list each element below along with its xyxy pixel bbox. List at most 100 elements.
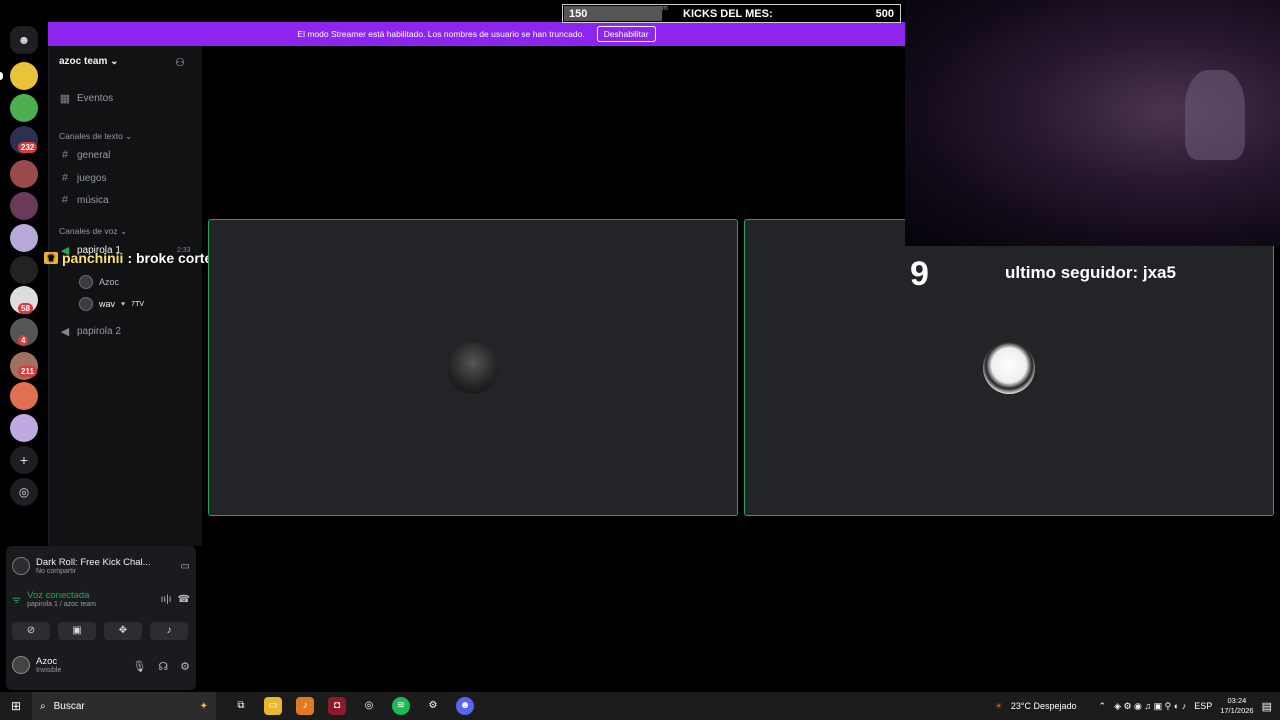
- clock-time: 03:24: [1227, 696, 1247, 705]
- voice-location: papirola 1 / azoc team: [27, 601, 97, 608]
- avatar: [79, 297, 93, 311]
- server-icon[interactable]: [10, 94, 38, 122]
- avatar: [12, 656, 30, 674]
- screen: ☻ 232 58 4 211 + ◎ El modo Streamer está…: [0, 0, 1280, 720]
- explore-icon[interactable]: ◎: [10, 478, 38, 506]
- search-label: Buscar: [53, 700, 85, 712]
- hash-icon: #: [61, 194, 69, 206]
- fl-studio-icon[interactable]: ♪: [296, 697, 314, 715]
- streamer-mode-message: El modo Streamer está habilitado. Los no…: [297, 29, 585, 39]
- search-icon: ⌕: [40, 700, 46, 712]
- task-view-icon[interactable]: ⧉: [232, 697, 250, 715]
- kicks-small-text: m: [662, 5, 668, 12]
- activities-button[interactable]: ✥: [104, 622, 142, 640]
- gear-icon[interactable]: ⚙: [180, 660, 190, 673]
- disconnect-icon[interactable]: ☎: [178, 594, 190, 605]
- voice-user[interactable]: wav ♥ 7TV: [79, 297, 144, 311]
- taskbar-search[interactable]: ⌕ Buscar ✦: [32, 692, 216, 720]
- clock-date: 17/1/2026: [1220, 706, 1254, 715]
- signal-icon: ᯤ: [12, 595, 22, 606]
- overlay-counter: 9: [910, 255, 929, 293]
- activity-title: Dark Roll: Free Kick Chal...: [36, 557, 151, 568]
- add-member-icon[interactable]: ⚇: [175, 56, 187, 69]
- spotify-icon[interactable]: ≋: [392, 697, 410, 715]
- server-icon[interactable]: [10, 192, 38, 220]
- last-follower: ultimo seguidor: jxa5: [1005, 263, 1176, 282]
- user-name: Azoc: [36, 656, 58, 667]
- soundboard-button[interactable]: ♪: [150, 622, 188, 640]
- voice-category-label: Canales de voz: [59, 226, 118, 236]
- user-tag: 7TV: [131, 300, 145, 308]
- user-status: Invisible: [36, 667, 62, 674]
- kicks-goal-widget: 150 m KICKS DEL MES: 500: [562, 4, 901, 23]
- kicks-current: 150: [569, 8, 588, 20]
- channel-label: música: [77, 194, 109, 206]
- weather-text[interactable]: 23°C Despejado: [1011, 701, 1077, 711]
- app-icon[interactable]: ◘: [328, 697, 346, 715]
- crown-icon: ♛: [44, 252, 58, 264]
- server-icon[interactable]: [10, 62, 38, 90]
- obs-icon[interactable]: ◎: [360, 697, 378, 715]
- channel-general[interactable]: # general: [59, 149, 110, 161]
- chevron-up-icon[interactable]: ⌃: [1099, 701, 1107, 712]
- activity-subtitle: No compartir: [36, 568, 77, 575]
- voice-category[interactable]: Canales de voz ⌄: [59, 226, 127, 237]
- chevron-down-icon: ⌄: [110, 56, 119, 67]
- tray-icons[interactable]: ◈ ⚙ ◉ ♫ ▣ ⚲ ◐ ♪: [1114, 701, 1186, 712]
- user-panel: Dark Roll: Free Kick Chal... No comparti…: [6, 546, 196, 690]
- hash-icon: #: [61, 172, 69, 184]
- language-indicator[interactable]: ESP: [1194, 701, 1212, 711]
- voice-connected-row: ᯤ Voz conectada papirola 1 / azoc team ı…: [12, 590, 190, 608]
- server-icon[interactable]: [10, 224, 38, 252]
- heart-icon: ♥: [121, 300, 126, 308]
- server-icon[interactable]: [10, 160, 38, 188]
- discord-taskbar-icon[interactable]: ☻: [456, 697, 474, 715]
- server-icon[interactable]: [10, 382, 38, 410]
- server-icon[interactable]: [10, 256, 38, 284]
- sparkle-icon: ✦: [199, 700, 208, 712]
- notification-icon[interactable]: ▤: [1262, 700, 1272, 713]
- server-icon[interactable]: [10, 414, 38, 442]
- noise-suppression-icon[interactable]: ıı|ı: [161, 594, 172, 605]
- add-server-icon[interactable]: +: [10, 446, 38, 474]
- channel-musica[interactable]: # música: [59, 194, 109, 206]
- avatar: [983, 341, 1035, 394]
- channel-juegos[interactable]: # juegos: [59, 172, 107, 184]
- hash-icon: #: [61, 149, 69, 161]
- voice-channel-papirola-2[interactable]: ◀ papirola 2: [59, 325, 121, 338]
- steam-icon[interactable]: ⚙: [424, 697, 442, 715]
- channel-sidebar: azoc team ⌄ ⚇ ▦ Eventos Canales de texto …: [48, 46, 202, 546]
- system-tray: ☀ 23°C Despejado ⌃ ◈ ⚙ ◉ ♫ ▣ ⚲ ◐ ♪ ESP 0…: [995, 692, 1272, 720]
- unread-pip: [0, 72, 3, 80]
- voice-user[interactable]: Azoc: [79, 275, 119, 289]
- windows-start-icon[interactable]: ⊞: [0, 699, 32, 713]
- discord-home-icon[interactable]: ☻: [10, 26, 38, 54]
- avatar: [79, 275, 93, 289]
- voice-status[interactable]: Voz conectada: [27, 590, 96, 601]
- calendar-icon: ▦: [59, 93, 71, 105]
- avatar: [447, 341, 499, 394]
- kicks-label: KICKS DEL MES:: [683, 8, 773, 20]
- mention-badge: 58: [18, 303, 33, 314]
- camera-off-button[interactable]: ⊘: [12, 622, 50, 640]
- activity-row[interactable]: Dark Roll: Free Kick Chal... No comparti…: [12, 551, 190, 581]
- events-item[interactable]: ▦ Eventos: [59, 92, 113, 105]
- disable-streamer-button[interactable]: Deshabilitar: [596, 26, 656, 42]
- voice-action-buttons: ⊘ ▣ ✥ ♪: [12, 622, 188, 640]
- server-name-dropdown[interactable]: azoc team ⌄: [59, 56, 119, 67]
- server-name: azoc team: [59, 56, 108, 67]
- stream-icon[interactable]: ▭: [181, 561, 190, 572]
- microphone-icon[interactable]: 🎙: [132, 660, 146, 673]
- text-category[interactable]: Canales de texto ⌄: [59, 131, 132, 142]
- file-explorer-icon[interactable]: ▭: [264, 697, 282, 715]
- share-screen-button[interactable]: ▣: [58, 622, 96, 640]
- voice-tile[interactable]: [208, 219, 738, 516]
- taskbar-apps: ⧉ ▭ ♪ ◘ ◎ ≋ ⚙ ☻: [232, 697, 474, 715]
- channel-label: general: [77, 149, 111, 161]
- webcam-figure: [1185, 70, 1245, 160]
- clock[interactable]: 03:24 17/1/2026: [1220, 696, 1253, 716]
- weather-icon: ☀: [994, 700, 1003, 711]
- channel-label: juegos: [77, 172, 107, 184]
- voice-user-name: wav: [99, 299, 116, 309]
- headphones-icon[interactable]: ☊: [158, 660, 168, 673]
